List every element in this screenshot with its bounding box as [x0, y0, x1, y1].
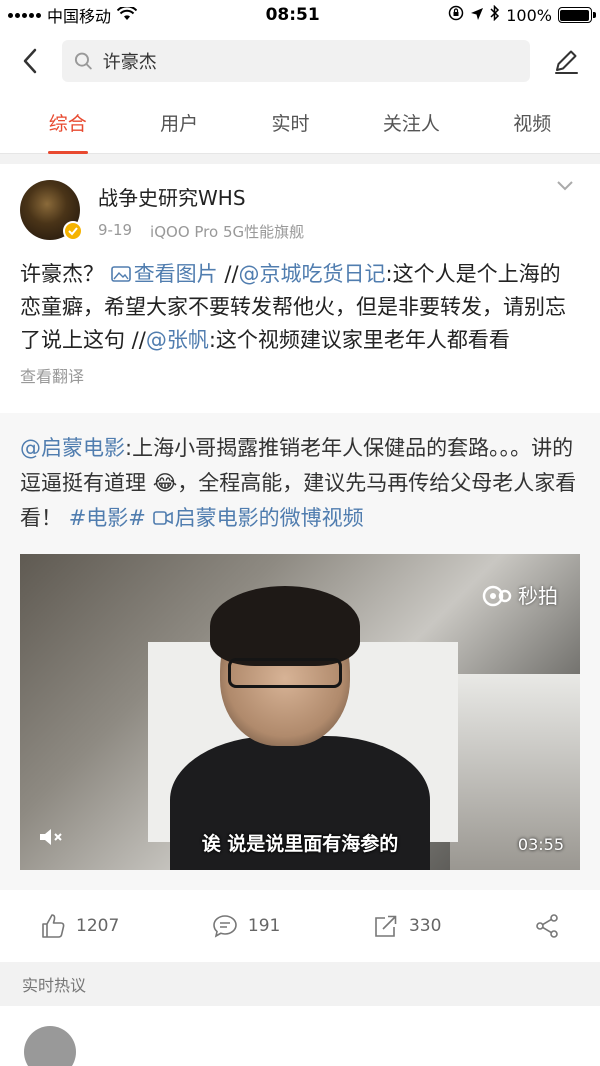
image-icon [110, 266, 131, 282]
next-card-peek [0, 1006, 600, 1066]
repost-button[interactable]: 330 [373, 913, 441, 939]
mute-button[interactable] [38, 826, 66, 852]
like-count: 1207 [76, 916, 120, 936]
translate-link[interactable]: 查看翻译 [20, 363, 580, 407]
wifi-icon [116, 4, 138, 25]
speaker-muted-icon [40, 829, 62, 845]
video-subtitle: 诶 说是说里面有海参的 [201, 833, 399, 855]
verified-badge-icon [63, 221, 83, 241]
post-card[interactable]: 战争史研究WHS 9-19 iQOO Pro 5G性能旗舰 许豪杰？ 查看图片 … [0, 164, 600, 407]
repost-text: @启蒙电影:上海小哥揭露推销老年人保健品的套路。。。讲的逗逼挺有道理 😂，全程高… [20, 431, 580, 536]
search-input[interactable] [102, 50, 518, 72]
comment-icon [213, 915, 237, 938]
miaopai-logo-icon [482, 585, 511, 607]
share-arrow-icon [375, 915, 397, 937]
signal-icon [8, 12, 41, 18]
search-icon [74, 52, 92, 70]
location-icon [470, 6, 484, 25]
post-device: iQOO Pro 5G性能旗舰 [150, 223, 305, 241]
avatar[interactable] [20, 180, 83, 241]
orientation-lock-icon [448, 5, 464, 25]
video-duration: 03:55 [517, 835, 564, 854]
action-bar: 1207 191 330 [0, 890, 600, 962]
clock: 08:51 [265, 5, 320, 25]
like-button[interactable]: 1207 [40, 913, 119, 939]
repost-block[interactable]: @启蒙电影:上海小哥揭露推销老年人保健品的套路。。。讲的逗逼挺有道理 😂，全程高… [0, 413, 600, 890]
video-player[interactable]: 秒拍 诶 说是说里面有海参的 03:55 [20, 554, 580, 870]
carrier-label: 中国移动 [47, 7, 112, 26]
comment-count: 191 [247, 916, 281, 936]
video-icon [152, 511, 173, 525]
avatar [24, 1026, 76, 1066]
divider [0, 154, 600, 164]
post-text-part: 许豪杰？ [20, 262, 111, 286]
video-link[interactable]: 启蒙电影的微博视频 [152, 506, 364, 530]
repost-count: 330 [408, 916, 442, 936]
tab-all[interactable]: 综合 [35, 91, 101, 154]
hashtag-link[interactable]: #电影# [69, 506, 146, 530]
video-link-label: 启蒙电影的微博视频 [174, 506, 364, 530]
chevron-down-icon [557, 181, 573, 191]
compose-button[interactable] [544, 41, 588, 81]
author-name[interactable]: 战争史研究WHS [98, 182, 550, 211]
section-header-hot: 实时热议 [0, 962, 600, 1006]
video-person-glasses [228, 658, 342, 688]
post-text: 许豪杰？ 查看图片 //@京城吃货日记:这个人是个上海的恋童癖，希望大家不要转发… [20, 258, 580, 357]
video-watermark: 秒拍 [482, 580, 558, 609]
mention-link[interactable]: @张帆 [146, 328, 209, 352]
comment-button[interactable]: 191 [212, 913, 280, 939]
battery-icon [557, 7, 596, 23]
watermark-text: 秒拍 [518, 584, 558, 608]
post-date: 9-19 [98, 221, 133, 239]
share-nodes-icon [536, 914, 558, 938]
back-button[interactable] [12, 41, 48, 81]
status-bar: 中国移动 08:51 100% [0, 0, 600, 30]
tab-users[interactable]: 用户 [146, 91, 212, 154]
view-image-label: 查看图片 [133, 262, 218, 286]
mention-link[interactable]: @启蒙电影 [20, 436, 125, 460]
mention-link[interactable]: @京城吃货日记 [239, 262, 386, 286]
tab-realtime[interactable]: 实时 [257, 91, 323, 154]
post-text-part: // [217, 262, 239, 286]
tab-following[interactable]: 关注人 [369, 91, 454, 154]
thumbs-up-icon [42, 914, 65, 938]
post-text-part: :这个视频建议家里老年人都看看 [208, 328, 510, 352]
emoji-laugh-icon: 😂 [152, 471, 178, 495]
battery-percent: 100% [506, 5, 552, 25]
tab-bar: 综合 用户 实时 关注人 视频 [0, 92, 600, 154]
tab-videos[interactable]: 视频 [499, 91, 565, 154]
view-image-link[interactable]: 查看图片 [110, 262, 218, 286]
chevron-left-icon [23, 48, 37, 74]
pencil-icon [555, 50, 578, 74]
search-box[interactable] [62, 40, 530, 82]
bluetooth-icon [490, 4, 500, 25]
video-person-hair [210, 586, 360, 666]
share-button[interactable] [534, 913, 560, 939]
post-menu-button[interactable] [550, 180, 580, 210]
search-header [0, 30, 600, 92]
